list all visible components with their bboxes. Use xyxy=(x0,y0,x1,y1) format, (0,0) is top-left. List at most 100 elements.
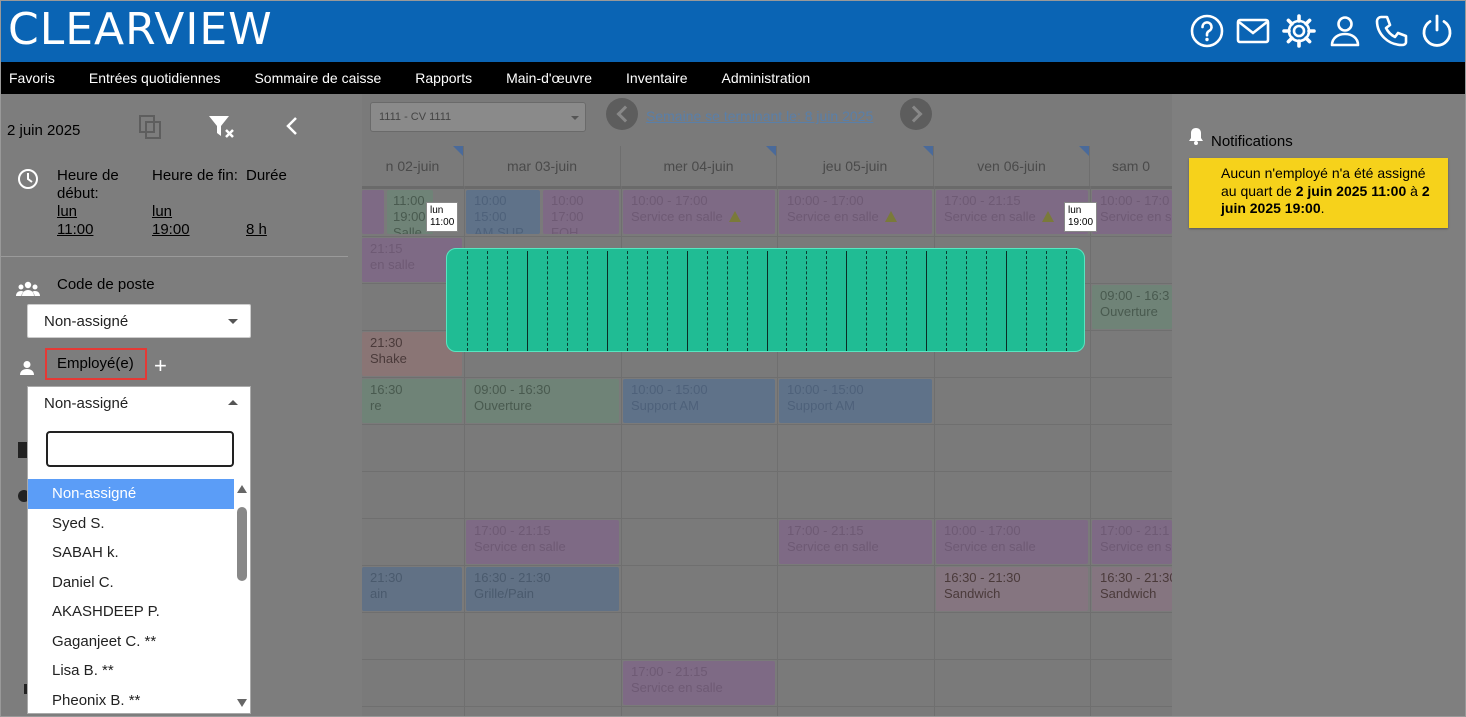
employee-option[interactable]: Non-assigné xyxy=(28,479,234,509)
dropdown-scrollbar[interactable] xyxy=(236,485,248,707)
shift-card[interactable]: 16:30 - 21:30 Grille/Pain xyxy=(466,567,619,611)
employee-option[interactable]: Lisa B. ** xyxy=(28,656,234,686)
employee-option[interactable]: SABAH k. xyxy=(28,538,234,568)
week-label[interactable]: Semaine se terminant le: 8 juin 2025 xyxy=(646,108,873,124)
shift-card[interactable]: 21:30 ain xyxy=(362,567,462,611)
corner-flag-icon xyxy=(1079,146,1089,156)
shift-card[interactable]: 10:00 17:00 FOH xyxy=(543,190,619,234)
shift-card[interactable]: 10:00 - 17:00 Service en salle xyxy=(936,520,1088,564)
start-time-label-1: Heure de xyxy=(57,167,119,184)
filter-clear-icon[interactable] xyxy=(208,114,236,140)
day-header-tue: mar 03-juin xyxy=(464,146,621,186)
warning-icon xyxy=(884,211,897,222)
time-slot-tick xyxy=(507,251,508,351)
poste-code-select[interactable]: Non-assigné xyxy=(27,304,251,338)
employee-option[interactable]: Gaganjeet C. ** xyxy=(28,627,234,657)
mail-icon[interactable] xyxy=(1234,12,1272,50)
gear-icon[interactable] xyxy=(1280,12,1318,50)
time-slot-tick xyxy=(1066,251,1067,351)
corner-flag-icon xyxy=(923,146,933,156)
chevron-up-icon xyxy=(228,400,238,405)
header-icons xyxy=(1188,12,1456,50)
shift-card[interactable]: 10:00 - 17:00 Service en salle xyxy=(779,190,932,234)
end-day-link[interactable]: lun xyxy=(152,203,172,221)
start-time-label-2: début: xyxy=(57,185,99,202)
time-slot-tick xyxy=(527,251,528,351)
prev-week-button[interactable] xyxy=(606,98,638,130)
chevron-down-icon xyxy=(228,319,238,324)
notifications-title: Notifications xyxy=(1211,133,1293,150)
main-menu: Favoris Entrées quotidiennes Sommaire de… xyxy=(0,62,1466,94)
time-slot-tick xyxy=(747,251,748,351)
corner-flag-icon xyxy=(766,146,776,156)
menu-item-sommaire[interactable]: Sommaire de caisse xyxy=(237,70,398,86)
menu-item-inventaire[interactable]: Inventaire xyxy=(609,70,704,86)
duration-value[interactable]: 8 h xyxy=(246,221,267,239)
scrollbar-thumb[interactable] xyxy=(237,507,247,581)
time-slot-tick xyxy=(547,251,548,351)
employee-label-highlight: Employé(e) xyxy=(45,348,147,380)
time-slot-tick xyxy=(667,251,668,351)
employee-option[interactable]: AKASHDEEP P. xyxy=(28,597,234,627)
chevron-left-icon[interactable] xyxy=(282,114,302,138)
menu-item-entrees[interactable]: Entrées quotidiennes xyxy=(72,70,238,86)
menu-item-favoris[interactable]: Favoris xyxy=(0,70,72,86)
shift-card[interactable]: 10:00 - 15:00 Support AM xyxy=(623,379,775,423)
shift-card[interactable]: 10:00 - 17:00 Service en salle xyxy=(623,190,775,234)
clearview-logo[interactable]: CLEARVIEW xyxy=(8,4,273,56)
shift-card[interactable]: 17:00 - 21:1 Service en s xyxy=(1092,520,1172,564)
scroll-down-icon[interactable] xyxy=(237,699,247,707)
grid-line xyxy=(362,471,1172,472)
app-header: CLEARVIEW xyxy=(0,0,1466,62)
employee-option[interactable]: Daniel C. xyxy=(28,568,234,598)
power-icon[interactable] xyxy=(1418,12,1456,50)
copy-icon[interactable] xyxy=(138,114,162,140)
shift-card[interactable]: 10:00 - 15:00 Support AM xyxy=(779,379,932,423)
panel-divider xyxy=(0,256,348,257)
phone-icon[interactable] xyxy=(1372,12,1410,50)
start-day-link[interactable]: lun xyxy=(57,203,77,221)
warning-icon xyxy=(1041,211,1054,222)
time-slot-tick xyxy=(1046,251,1047,351)
notification-card: Aucun n'employé n'a été assigné au quart… xyxy=(1189,158,1448,228)
menu-item-rapports[interactable]: Rapports xyxy=(398,70,489,86)
shift-card[interactable]: 17:00 - 21:15 Service en salle xyxy=(779,520,932,564)
new-shift-drag-block[interactable] xyxy=(446,248,1085,352)
day-header-fri: ven 06-juin xyxy=(934,146,1090,186)
grid-line xyxy=(362,518,1172,519)
employee-select[interactable]: Non-assigné xyxy=(28,387,250,421)
shift-card[interactable]: 09:00 - 16:30 Ouverture xyxy=(466,379,619,423)
shift-card[interactable]: 17:00 - 21:15 Service en salle xyxy=(623,661,775,705)
time-slot-tick xyxy=(467,251,468,351)
day-header-thu: jeu 05-juin xyxy=(777,146,934,186)
employee-search-input[interactable] xyxy=(46,431,234,467)
employee-option[interactable]: Syed S. xyxy=(28,509,234,539)
user-icon[interactable] xyxy=(1326,12,1364,50)
employee-option[interactable]: Pheonix B. ** xyxy=(28,686,234,716)
start-time-link[interactable]: 11:00 xyxy=(57,221,93,239)
grid-line xyxy=(362,236,1172,237)
end-time-tooltip: lun 19:00 xyxy=(1064,202,1098,232)
store-select-value: 1111 - CV 1111 xyxy=(379,111,452,123)
employee-select-dropdown[interactable]: Non-assigné Non-assigné Syed S. SABAH k.… xyxy=(27,386,251,714)
menu-item-administration[interactable]: Administration xyxy=(705,70,828,86)
time-slot-tick xyxy=(846,251,847,351)
add-employee-button[interactable]: + xyxy=(154,355,167,377)
scroll-up-icon[interactable] xyxy=(237,485,247,493)
menu-item-main-oeuvre[interactable]: Main-d'œuvre xyxy=(489,70,609,86)
shift-card[interactable]: 16:30 - 21:30 Sandwich xyxy=(1092,567,1172,611)
shift-card[interactable]: 10:00 - 17:0 Service en s xyxy=(1092,190,1172,234)
grid-line xyxy=(1090,186,1091,717)
next-week-button[interactable] xyxy=(900,98,932,130)
end-time-link[interactable]: 19:00 xyxy=(152,221,190,239)
shift-card[interactable]: 16:30 - 21:30 Sandwich xyxy=(936,567,1088,611)
employee-label: Employé(e) xyxy=(57,355,134,372)
store-select[interactable]: 1111 - CV 1111 xyxy=(370,102,586,132)
shift-card[interactable] xyxy=(362,190,384,234)
help-icon[interactable] xyxy=(1188,12,1226,50)
shift-card[interactable]: 09:00 - 16:3 Ouverture xyxy=(1092,285,1172,329)
shift-card[interactable]: 17:00 - 21:15 Service en salle xyxy=(466,520,619,564)
shift-card[interactable]: 16:30 re xyxy=(362,379,462,423)
shift-card[interactable]: 10:00 15:00 AM SUP xyxy=(466,190,540,234)
time-slot-tick xyxy=(707,251,708,351)
